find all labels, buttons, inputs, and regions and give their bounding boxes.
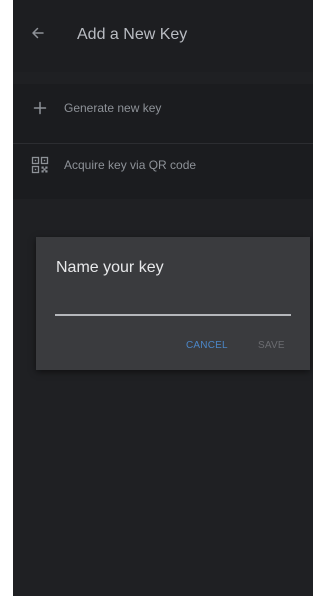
- qr-code-icon: [31, 156, 49, 174]
- app-bar: Add a New Key: [13, 0, 313, 72]
- cancel-button[interactable]: CANCEL: [186, 340, 228, 351]
- arrow-left-icon[interactable]: [31, 26, 45, 40]
- app-screen: Add a New Key Generate new key Acquire k…: [13, 0, 313, 596]
- menu-item-qr-code[interactable]: Acquire key via QR code: [13, 145, 313, 185]
- page-title: Add a New Key: [77, 26, 188, 43]
- name-key-dialog: Name your key CANCEL SAVE: [36, 237, 310, 370]
- menu-item-label: Acquire key via QR code: [64, 158, 197, 172]
- save-button[interactable]: SAVE: [258, 340, 285, 351]
- plus-icon: [31, 99, 49, 117]
- key-name-input[interactable]: [55, 302, 291, 316]
- divider: [13, 143, 313, 144]
- menu-item-generate-key[interactable]: Generate new key: [13, 88, 313, 128]
- menu-item-label: Generate new key: [64, 101, 162, 115]
- dialog-title: Name your key: [56, 259, 164, 276]
